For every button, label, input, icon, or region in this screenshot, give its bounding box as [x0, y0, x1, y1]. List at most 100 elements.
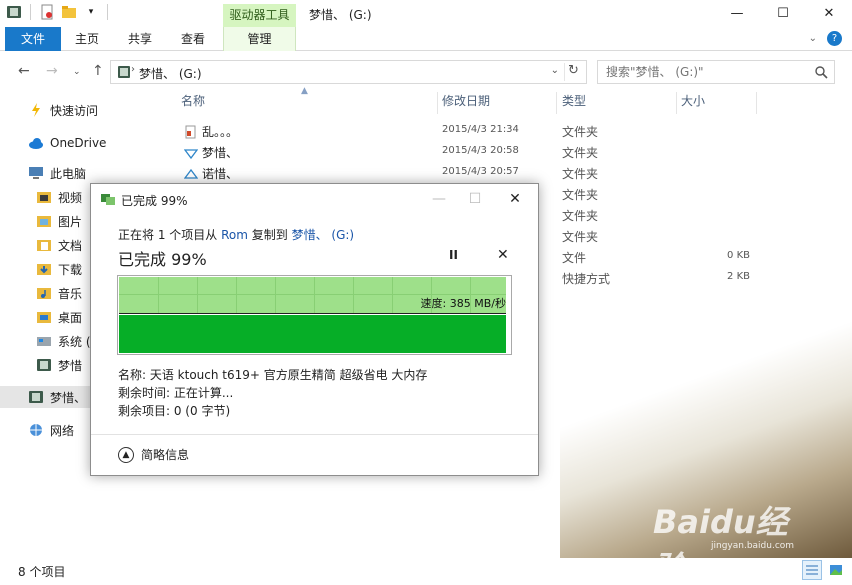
- search-input[interactable]: [598, 61, 803, 83]
- computer-icon: [28, 165, 44, 181]
- column-divider[interactable]: [756, 92, 757, 114]
- sidebar-item-label: 快速访问: [50, 103, 99, 118]
- folder-icon: [183, 146, 199, 160]
- folder-icon: [184, 125, 198, 139]
- sidebar-item-label: 桌面: [58, 310, 83, 325]
- search-box[interactable]: [597, 60, 835, 84]
- sidebar-item-this-pc[interactable]: 此电脑: [28, 162, 86, 184]
- file-name-line: 名称: 天语 ktouch t619+ 官方原生精简 超级省电 大内存: [118, 368, 428, 382]
- file-type-cell: 快捷方式: [562, 272, 611, 286]
- music-folder-icon: [36, 285, 52, 301]
- network-icon: [28, 422, 44, 438]
- properties-icon[interactable]: [39, 4, 55, 20]
- details-view-icon[interactable]: [802, 560, 822, 580]
- column-header-type[interactable]: 类型: [562, 92, 586, 109]
- sidebar-item-music[interactable]: 音乐: [36, 282, 82, 304]
- graph-gridline: [392, 277, 393, 313]
- file-size-cell: 2 KB: [727, 271, 750, 282]
- recent-chevron-icon[interactable]: ⌄: [73, 67, 81, 77]
- graph-gridline: [158, 277, 159, 313]
- file-type-cell: 文件夹: [562, 167, 599, 181]
- sidebar-item-label: 梦惜: [58, 358, 83, 373]
- copy-progress-dialog: 已完成 99% — ☐ ✕ 正在将 1 个项目从 Rom 复制到 梦惜、 (G:…: [90, 183, 539, 476]
- star-icon: [28, 102, 44, 118]
- search-icon[interactable]: [814, 65, 828, 79]
- up-arrow-icon[interactable]: ↑: [92, 63, 104, 79]
- tab-home[interactable]: 主页: [62, 27, 112, 51]
- help-icon[interactable]: ?: [827, 31, 842, 46]
- chevron-down-icon[interactable]: ⌄: [809, 33, 817, 44]
- speed-area: [119, 315, 506, 353]
- breadcrumb[interactable]: 梦惜、 (G:): [139, 65, 202, 82]
- sidebar-item-drive-f[interactable]: 梦惜: [36, 354, 82, 376]
- breadcrumb-chevron-icon[interactable]: ›: [131, 64, 135, 75]
- dialog-close-button[interactable]: ✕: [497, 188, 533, 210]
- drive-tools-context-tab: 驱动器工具: [223, 4, 296, 27]
- large-icons-view-icon[interactable]: [826, 560, 846, 580]
- new-folder-icon[interactable]: [61, 4, 77, 20]
- navigation-bar: ← → ⌄ ↑ › 梦惜、 (G:) ⌄ ↻: [0, 58, 852, 86]
- sidebar-item-label: 系统 (: [58, 334, 91, 349]
- chevron-up-icon: ▲: [118, 446, 134, 463]
- tab-share[interactable]: 共享: [114, 27, 166, 51]
- maximize-button[interactable]: ☐: [457, 188, 493, 210]
- destination-link[interactable]: 梦惜、 (G:): [292, 228, 355, 242]
- sidebar-item-desktop[interactable]: 桌面: [36, 306, 82, 328]
- sidebar-item-documents[interactable]: 文档: [36, 234, 82, 256]
- sidebar-item-system-drive[interactable]: 系统 (: [36, 330, 91, 352]
- file-date-cell: 2015/4/3 21:34: [442, 124, 519, 135]
- sidebar-item-pictures[interactable]: 图片: [36, 210, 82, 232]
- column-header-date[interactable]: 修改日期: [442, 92, 490, 109]
- maximize-button[interactable]: ☐: [760, 0, 806, 27]
- table-row[interactable]: 乱。。。 2015/4/3 21:34 文件夹: [180, 120, 780, 141]
- desktop-folder-icon: [36, 309, 52, 325]
- table-row[interactable]: 梦惜、 2015/4/3 20:58 文件夹: [180, 141, 780, 162]
- drive-icon: [6, 4, 22, 20]
- quick-access-toolbar: ▾: [6, 4, 110, 20]
- pause-button[interactable]: II: [449, 248, 458, 262]
- column-divider[interactable]: [556, 92, 557, 114]
- column-header-name[interactable]: 名称: [181, 92, 205, 109]
- address-bar[interactable]: › 梦惜、 (G:) ⌄ ↻: [110, 60, 587, 84]
- sort-ascending-icon: ▲: [301, 86, 308, 96]
- file-size-cell: 0 KB: [727, 250, 750, 261]
- file-date-cell: 2015/4/3 20:57: [442, 166, 519, 177]
- folder-icon: [183, 167, 199, 181]
- progress-percent: 已完成 99%: [118, 250, 207, 269]
- sidebar-item-quick-access[interactable]: 快速访问: [28, 99, 98, 121]
- refresh-icon[interactable]: ↻: [564, 63, 582, 81]
- back-arrow-icon[interactable]: ←: [18, 63, 30, 79]
- cancel-button[interactable]: ✕: [497, 247, 509, 263]
- sidebar-item-downloads[interactable]: 下载: [36, 258, 82, 280]
- transfer-speed-graph: 速度: 385 MB/秒: [117, 275, 512, 355]
- chevron-down-icon[interactable]: ▾: [83, 4, 99, 20]
- tab-file[interactable]: 文件: [5, 27, 61, 51]
- tab-view[interactable]: 查看: [168, 27, 218, 51]
- sidebar-item-drive-g[interactable]: 梦惜、: [0, 386, 90, 408]
- graph-gridline: [353, 277, 354, 313]
- drive-icon: [117, 65, 131, 79]
- sidebar-item-videos[interactable]: 视频: [36, 186, 82, 208]
- minimize-button[interactable]: —: [421, 188, 457, 210]
- column-divider[interactable]: [437, 92, 438, 114]
- fewer-details-button[interactable]: ▲ 简略信息: [118, 446, 189, 463]
- column-header-size[interactable]: 大小: [681, 92, 705, 109]
- minimize-button[interactable]: —: [714, 0, 760, 27]
- tab-manage[interactable]: 管理: [223, 27, 296, 51]
- source-link[interactable]: Rom: [221, 228, 248, 242]
- sidebar-item-onedrive[interactable]: OneDrive: [28, 132, 106, 154]
- close-button[interactable]: ✕: [806, 0, 852, 27]
- sidebar-item-label: 文档: [58, 238, 83, 253]
- chevron-down-icon[interactable]: ⌄: [551, 65, 559, 76]
- dialog-divider: [91, 434, 538, 435]
- forward-arrow-icon[interactable]: →: [46, 63, 58, 79]
- download-folder-icon: [36, 261, 52, 277]
- sidebar-item-network[interactable]: 网络: [28, 419, 74, 441]
- table-row[interactable]: 诺惜、 2015/4/3 20:57 文件夹: [180, 162, 780, 183]
- drive-icon: [28, 389, 44, 405]
- column-divider[interactable]: [676, 92, 677, 114]
- sidebar-item-label: 梦惜、: [50, 390, 87, 405]
- file-name-cell: 乱。。。: [184, 123, 238, 140]
- dialog-title: 已完成 99%: [121, 194, 188, 208]
- sidebar-item-label: 图片: [58, 214, 83, 229]
